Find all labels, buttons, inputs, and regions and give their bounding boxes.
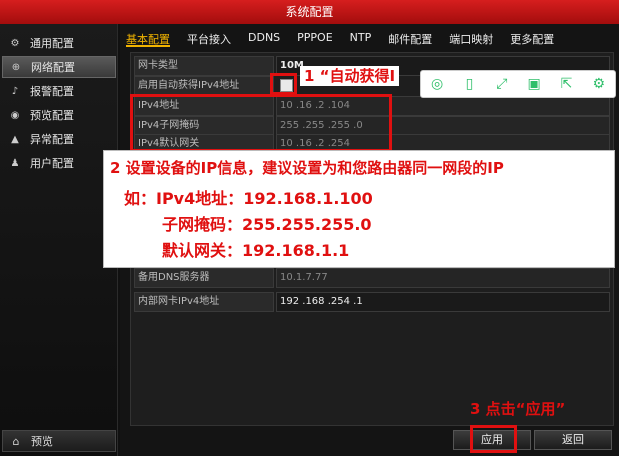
sidebar-item-users[interactable]: ♟ 用户配置: [2, 152, 116, 174]
tab-ddns[interactable]: DDNS: [248, 31, 280, 47]
sidebar-item-exception[interactable]: ▲ 异常配置: [2, 128, 116, 150]
sidebar: ⚙ 通用配置 ⊕ 网络配置 ♪ 报警配置 ◉ 预览配置 ▲ 异常配置 ♟ 用户配…: [0, 24, 118, 456]
step2-annotation-card: 2 设置设备的IP信息，建议设置为和您路由器同一网段的IP 如：IPv4地址：1…: [103, 150, 615, 268]
tab-pppoe[interactable]: PPPOE: [297, 31, 333, 47]
step1-annotation: 1 “自动获得I: [300, 66, 400, 86]
internal-nic-row: 内部网卡IPv4地址 192 .168 .254 .1: [132, 292, 612, 312]
eye-icon: ◉: [10, 109, 20, 121]
sidebar-item-label: 通用配置: [30, 37, 74, 50]
network-icon: ⊕: [11, 61, 21, 73]
step2-line2: 如：IPv4地址：192.168.1.100: [124, 189, 373, 208]
settings-icon[interactable]: ⚙: [589, 76, 609, 92]
sidebar-item-alarm[interactable]: ♪ 报警配置: [2, 80, 116, 102]
gear-icon: ⚙: [10, 37, 20, 49]
tab-email[interactable]: 邮件配置: [388, 31, 432, 47]
sidebar-item-label: 预览配置: [30, 109, 74, 122]
users-icon: ♟: [10, 157, 20, 169]
step2-line3: 子网掩码：255.255.255.0: [162, 215, 372, 234]
dns-input[interactable]: 10.1.7.77: [276, 268, 610, 288]
dhcp-label: 启用自动获得IPv4地址: [134, 76, 274, 96]
nic-type-label: 网卡类型: [134, 56, 274, 76]
dhcp-highlight-box: [270, 73, 297, 95]
tab-ntp[interactable]: NTP: [350, 31, 372, 47]
tab-basic[interactable]: 基本配置: [126, 31, 170, 47]
preview-button-label: 预览: [31, 435, 53, 448]
sidebar-item-general[interactable]: ⚙ 通用配置: [2, 32, 116, 54]
home-icon: ⌂: [12, 434, 20, 448]
warning-icon: ▲: [11, 133, 19, 145]
step2-line4: 默认网关：192.168.1.1: [162, 241, 350, 260]
save-icon[interactable]: ▣: [524, 76, 544, 92]
ip-fields-highlight-box: [130, 94, 392, 152]
dns-label: 备用DNS服务器: [134, 268, 274, 288]
dns-row: 备用DNS服务器 10.1.7.77: [132, 268, 612, 288]
sidebar-item-label: 异常配置: [30, 133, 74, 146]
back-button[interactable]: 返回: [534, 430, 612, 450]
sidebar-item-label: 网络配置: [31, 61, 75, 74]
window-title: 系统配置: [0, 0, 619, 24]
tab-more[interactable]: 更多配置: [510, 31, 554, 47]
step3-annotation: 3 点击“应用”: [470, 400, 566, 418]
phone-icon[interactable]: ▯: [459, 76, 479, 92]
search-icon[interactable]: ◎: [427, 76, 447, 92]
step2-line1: 2 设置设备的IP信息，建议设置为和您路由器同一网段的IP: [110, 159, 504, 177]
apply-highlight-box: [470, 425, 517, 453]
tab-bar: 基本配置 平台接入 DDNS PPPOE NTP 邮件配置 端口映射 更多配置: [126, 31, 571, 47]
tab-platform[interactable]: 平台接入: [187, 31, 231, 47]
alarm-icon: ♪: [11, 85, 19, 97]
internal-nic-label: 内部网卡IPv4地址: [134, 292, 274, 312]
floating-toolbar: ◎ ▯ ⤢ ▣ ⇱ ⚙: [420, 70, 616, 98]
sidebar-item-label: 报警配置: [30, 85, 74, 98]
preview-button[interactable]: ⌂ 预览: [2, 430, 116, 452]
sidebar-item-preview[interactable]: ◉ 预览配置: [2, 104, 116, 126]
internal-nic-input[interactable]: 192 .168 .254 .1: [276, 292, 610, 312]
sidebar-item-label: 用户配置: [30, 157, 74, 170]
tab-port-mapping[interactable]: 端口映射: [449, 31, 493, 47]
share-icon[interactable]: ⇱: [556, 76, 576, 92]
expand-icon[interactable]: ⤢: [492, 76, 512, 92]
sidebar-item-network[interactable]: ⊕ 网络配置: [2, 56, 116, 78]
